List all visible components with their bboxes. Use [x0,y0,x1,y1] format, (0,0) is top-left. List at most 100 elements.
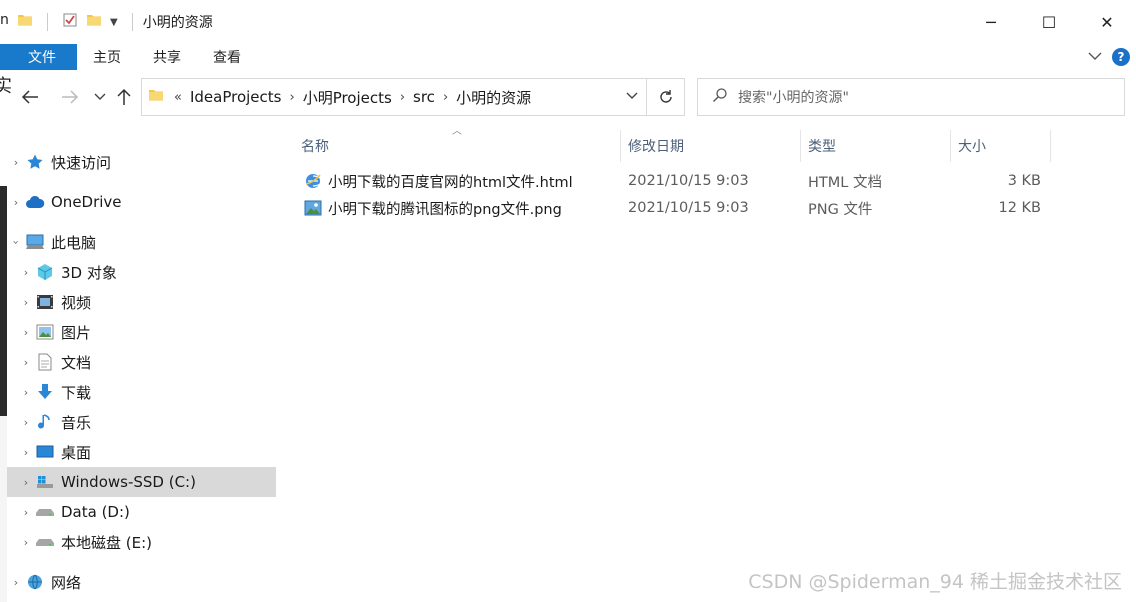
search-input[interactable]: 搜索"小明的资源" [738,87,849,107]
watermark: CSDN @Spiderman_94 稀土掘金技术社区 [748,571,1122,593]
explorer-window: n 实 ▼ 小明的资源 ─ ☐ ✕ 文件 主页 共享 查看 ? « IdeaPr… [0,0,1136,602]
chevron-right-icon[interactable]: › [17,536,35,549]
maximize-button[interactable]: ☐ [1020,0,1078,44]
forward-button[interactable] [59,86,81,108]
column-header-name[interactable]: 名称 [293,130,620,162]
title-bar-separator [131,13,133,31]
tab-file[interactable]: 文件 [7,44,77,70]
desktop-icon [35,442,55,462]
column-header-modified[interactable]: 修改日期 [620,130,800,162]
properties-icon[interactable] [62,12,78,32]
file-list: ︿ 名称 修改日期 类型 大小 小明下载的百度官网的html文件.html 20… [277,122,1136,602]
drive-icon [35,532,55,552]
chevron-right-icon[interactable]: › [17,266,35,279]
minimize-icon: ─ [986,12,996,32]
recent-locations-button[interactable] [89,86,111,108]
nav-item-label: 文档 [61,353,92,372]
nav-item-quick-access[interactable]: › 快速访问 [7,147,276,177]
chevron-right-icon[interactable]: › [7,576,25,589]
help-button[interactable]: ? [1112,48,1130,66]
film-icon [35,292,55,312]
refresh-icon [659,90,672,103]
breadcrumb-src[interactable]: src [413,88,435,106]
nav-item-desktop[interactable]: › 桌面 [7,437,276,467]
chevron-right-icon[interactable]: › [7,196,25,209]
breadcrumb-ideaprojects[interactable]: IdeaProjects [190,88,282,106]
minimize-button[interactable]: ─ [962,0,1020,44]
refresh-button[interactable] [647,78,685,116]
nav-item-documents[interactable]: › 文档 [7,347,276,377]
nav-item-music[interactable]: › 音乐 [7,407,276,437]
chevron-right-icon[interactable]: › [7,156,25,169]
chevron-right-icon[interactable]: › [17,446,35,459]
background-window-edge: 实 [0,70,12,100]
chevron-right-icon[interactable]: › [400,90,405,105]
forward-arrow-icon [62,90,79,104]
file-name: 小明下载的百度官网的html文件.html [328,174,573,191]
breadcrumb-xiaoming-projects[interactable]: 小明Projects [303,87,392,108]
tab-home[interactable]: 主页 [77,44,137,70]
column-header-size[interactable]: 大小 [950,130,1050,162]
table-row[interactable]: 小明下载的百度官网的html文件.html 2021/10/15 9:03 HT… [297,168,1057,194]
nav-item-drive-c[interactable]: › Windows-SSD (C:) [7,467,276,497]
download-arrow-icon [35,382,55,402]
drive-icon [35,502,55,522]
cloud-icon [25,192,45,212]
nav-item-pictures[interactable]: › 图片 [7,317,276,347]
breadcrumb-overflow[interactable]: « [174,90,182,105]
nav-item-network[interactable]: › 网络 [7,567,276,597]
up-button[interactable] [113,86,135,108]
chevron-right-icon[interactable]: › [17,296,35,309]
quick-access-toolbar-dropdown-icon[interactable]: ▼ [110,17,118,28]
navigation-row: « IdeaProjects › 小明Projects › src › 小明的资… [7,74,1136,120]
file-type: PNG 文件 [808,201,873,218]
nav-item-label: 本地磁盘 (E:) [61,533,153,552]
star-icon [25,152,45,172]
table-row[interactable]: 小明下载的腾讯图标的png文件.png 2021/10/15 9:03 PNG … [297,195,1057,221]
nav-item-drive-d[interactable]: › Data (D:) [7,497,276,527]
expand-ribbon-chevron-down-icon[interactable] [1088,49,1102,65]
background-window-edge [0,44,7,70]
breadcrumb-xiaoming-resources[interactable]: 小明的资源 [456,87,531,108]
tab-share[interactable]: 共享 [137,44,197,70]
column-header-type[interactable]: 类型 [800,130,950,162]
html-file-icon [303,171,323,191]
address-history-dropdown[interactable] [626,89,638,103]
computer-icon [25,232,45,252]
chevron-right-icon[interactable]: › [289,90,294,105]
nav-item-label: 此电脑 [51,233,97,252]
window-title: 小明的资源 [142,15,213,31]
file-size: 12 KB [998,200,1041,216]
column-divider[interactable] [1050,130,1051,162]
nav-item-3d-objects[interactable]: › 3D 对象 [7,257,276,287]
new-folder-icon[interactable] [86,12,102,32]
chevron-down-icon [94,93,106,100]
close-button[interactable]: ✕ [1078,0,1136,44]
chevron-right-icon[interactable]: › [17,356,35,369]
tab-view[interactable]: 查看 [197,44,257,70]
address-bar[interactable]: « IdeaProjects › 小明Projects › src › 小明的资… [141,78,647,116]
search-box[interactable]: 搜索"小明的资源" [697,78,1125,116]
chevron-right-icon[interactable]: › [17,416,35,429]
nav-item-onedrive[interactable]: › OneDrive [7,187,276,217]
file-modified: 2021/10/15 9:03 [628,200,749,216]
nav-item-drive-e[interactable]: › 本地磁盘 (E:) [7,527,276,557]
chevron-right-icon[interactable]: › [17,326,35,339]
back-button[interactable] [19,86,41,108]
nav-item-videos[interactable]: › 视频 [7,287,276,317]
chevron-down-icon[interactable]: › [10,233,23,251]
title-bar-separator [47,13,48,31]
file-size: 3 KB [1007,173,1041,189]
background-window-edge: n [0,0,9,44]
nav-item-downloads[interactable]: › 下载 [7,377,276,407]
chevron-right-icon[interactable]: › [443,90,448,105]
chevron-right-icon[interactable]: › [17,386,35,399]
title-bar: ▼ 小明的资源 ─ ☐ ✕ [7,0,1136,44]
nav-item-label: 视频 [61,293,92,312]
png-file-icon [303,198,323,218]
nav-item-this-pc[interactable]: › 此电脑 [7,227,276,257]
chevron-right-icon[interactable]: › [17,476,35,489]
up-arrow-icon [117,88,131,105]
file-modified: 2021/10/15 9:03 [628,173,749,189]
chevron-right-icon[interactable]: › [17,506,35,519]
